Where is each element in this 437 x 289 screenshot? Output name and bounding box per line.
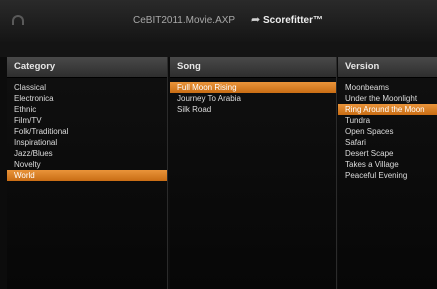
version-item[interactable]: Desert Scape <box>338 148 437 159</box>
category-item[interactable]: Novelty <box>7 159 167 170</box>
song-header: Song <box>170 57 336 78</box>
version-item[interactable]: Open Spaces <box>338 126 437 137</box>
category-item[interactable]: Folk/Traditional <box>7 126 167 137</box>
version-item[interactable]: Peaceful Evening <box>338 170 437 181</box>
window-menu-icon[interactable] <box>12 15 24 25</box>
category-item[interactable]: Classical <box>7 82 167 93</box>
song-item[interactable]: Full Moon Rising <box>170 82 336 93</box>
version-item[interactable]: Safari <box>338 137 437 148</box>
song-item[interactable]: Silk Road <box>170 104 336 115</box>
category-item[interactable]: Inspirational <box>7 137 167 148</box>
category-item[interactable]: Film/TV <box>7 115 167 126</box>
app-window: CeBIT2011.Movie.AXP ➦ Scorefitter™ Categ… <box>0 0 437 289</box>
version-header: Version <box>338 57 437 78</box>
version-item[interactable]: Moonbeams <box>338 82 437 93</box>
category-item[interactable]: Jazz/Blues <box>7 148 167 159</box>
brand-name: Scorefitter™ <box>263 15 324 26</box>
category-panel: Category Classical Electronica Ethnic Film/… <box>7 57 168 289</box>
version-item[interactable]: Tundra <box>338 115 437 126</box>
version-item[interactable]: Takes a Village <box>338 159 437 170</box>
category-item[interactable]: Electronica <box>7 93 167 104</box>
category-item[interactable]: World <box>7 170 167 181</box>
file-name: CeBIT2011.Movie.AXP <box>133 15 236 26</box>
version-item[interactable]: Ring Around the Moon <box>338 104 437 115</box>
link-arrow-icon: ➦ <box>251 14 261 26</box>
title-bar: CeBIT2011.Movie.AXP ➦ Scorefitter™ <box>0 0 437 43</box>
category-list: Classical Electronica Ethnic Film/TV Folk/Tr… <box>7 78 167 181</box>
version-list: Moonbeams Under the Moonlight Ring Around … <box>338 78 437 181</box>
song-panel: Song Full Moon Rising Journey To Arabia Si… <box>170 57 337 289</box>
song-item[interactable]: Journey To Arabia <box>170 93 336 104</box>
version-item[interactable]: Under the Moonlight <box>338 93 437 104</box>
category-header: Category <box>7 57 167 78</box>
category-item[interactable]: Ethnic <box>7 104 167 115</box>
version-panel: Version Moonbeams Under the Moonlight Ring… <box>338 57 437 289</box>
song-list: Full Moon Rising Journey To Arabia Silk Ro… <box>170 78 336 115</box>
toolbar-band <box>0 42 437 57</box>
